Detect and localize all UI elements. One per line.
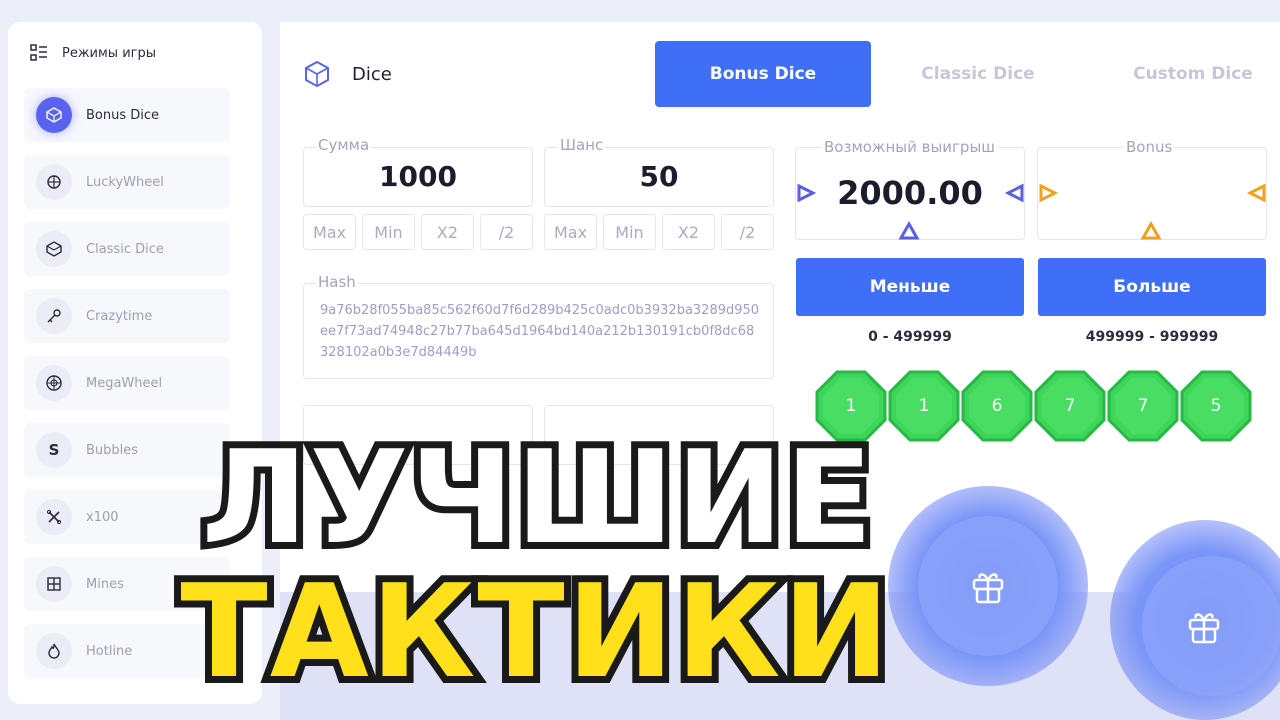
amount-half-button[interactable]: /2 (480, 214, 533, 250)
possible-win-value: 2000.00 (837, 174, 983, 212)
sidebar-title: Режимы игры (62, 45, 156, 61)
left-arrow-icon (1247, 183, 1266, 203)
dice-icon (36, 97, 72, 133)
chance-field[interactable]: 50 (544, 147, 774, 207)
hash-label: Hash (316, 273, 358, 291)
chance-max-button[interactable]: Max (544, 214, 597, 250)
dice-icon (305, 60, 329, 88)
amount-max-button[interactable]: Max (303, 214, 356, 250)
chance-label: Шанс (558, 136, 606, 154)
dice-icon (36, 231, 72, 267)
sidebar-item-label: Classic Dice (86, 241, 164, 257)
page-title: Dice (352, 63, 392, 85)
sidebar-item-megawheel[interactable]: MegaWheel (24, 356, 230, 410)
chance-half-button[interactable]: /2 (721, 214, 774, 250)
possible-win-label: Возможный выигрыш (822, 138, 998, 156)
sidebar-header: Режимы игры (30, 44, 156, 62)
less-range: 0 - 499999 (868, 329, 952, 345)
svg-text:ЛУЧШИЕ: ЛУЧШИЕ (201, 424, 874, 558)
sidebar-item-label: Bonus Dice (86, 107, 160, 123)
overlay-line-1: ЛУЧШИЕ (194, 417, 879, 580)
up-arrow-icon (898, 221, 920, 240)
wheel-icon (36, 365, 72, 401)
amount-label: Сумма (316, 136, 372, 154)
chance-value[interactable]: 50 (545, 160, 773, 193)
bonus-label: Bonus (1124, 138, 1175, 156)
tab-bonus-dice[interactable]: Bonus Dice (655, 41, 871, 107)
more-range: 499999 - 999999 (1085, 329, 1219, 345)
sidebar-item-luckywheel[interactable]: LuckyWheel (24, 155, 230, 209)
right-arrow-icon (1039, 183, 1058, 203)
tab-custom-dice[interactable]: Custom Dice (1085, 41, 1280, 107)
left-arrow-icon (1005, 183, 1024, 203)
overlay-line-2: ТАКТИКИ (173, 551, 896, 714)
sidebar-item-label: MegaWheel (86, 375, 163, 391)
overlay-title: ЛУЧШИЕ (0, 417, 1280, 580)
amount-value[interactable]: 1000 (304, 160, 532, 193)
sidebar-item-label: LuckyWheel (86, 174, 164, 190)
sidebar-item-crazytime[interactable]: Crazytime (24, 289, 230, 343)
sidebar-item-classic-dice[interactable]: Classic Dice (24, 222, 230, 276)
key-icon (36, 298, 72, 334)
svg-text:ТАКТИКИ: ТАКТИКИ (180, 558, 891, 698)
chance-min-button[interactable]: Min (603, 214, 656, 250)
amount-x2-button[interactable]: X2 (421, 214, 474, 250)
hash-value: 9a76b28f055ba85c562f60d7f6d289b425c0adc0… (320, 303, 760, 360)
wheel-icon (36, 164, 72, 200)
overlay-subtitle: ТАКТИКИ (0, 548, 1280, 714)
up-arrow-icon (1140, 221, 1162, 240)
amount-min-button[interactable]: Min (362, 214, 415, 250)
chance-x2-button[interactable]: X2 (662, 214, 715, 250)
sidebar-item-bonus-dice[interactable]: Bonus Dice (24, 88, 230, 142)
list-icon (30, 44, 47, 61)
more-button[interactable]: Больше (1038, 258, 1266, 316)
sidebar-item-label: Crazytime (86, 308, 153, 324)
less-button[interactable]: Меньше (796, 258, 1024, 316)
amount-field[interactable]: 1000 (303, 147, 533, 207)
tab-classic-dice[interactable]: Classic Dice (870, 41, 1086, 107)
right-arrow-icon (797, 183, 816, 203)
game-title: Dice (304, 60, 392, 88)
